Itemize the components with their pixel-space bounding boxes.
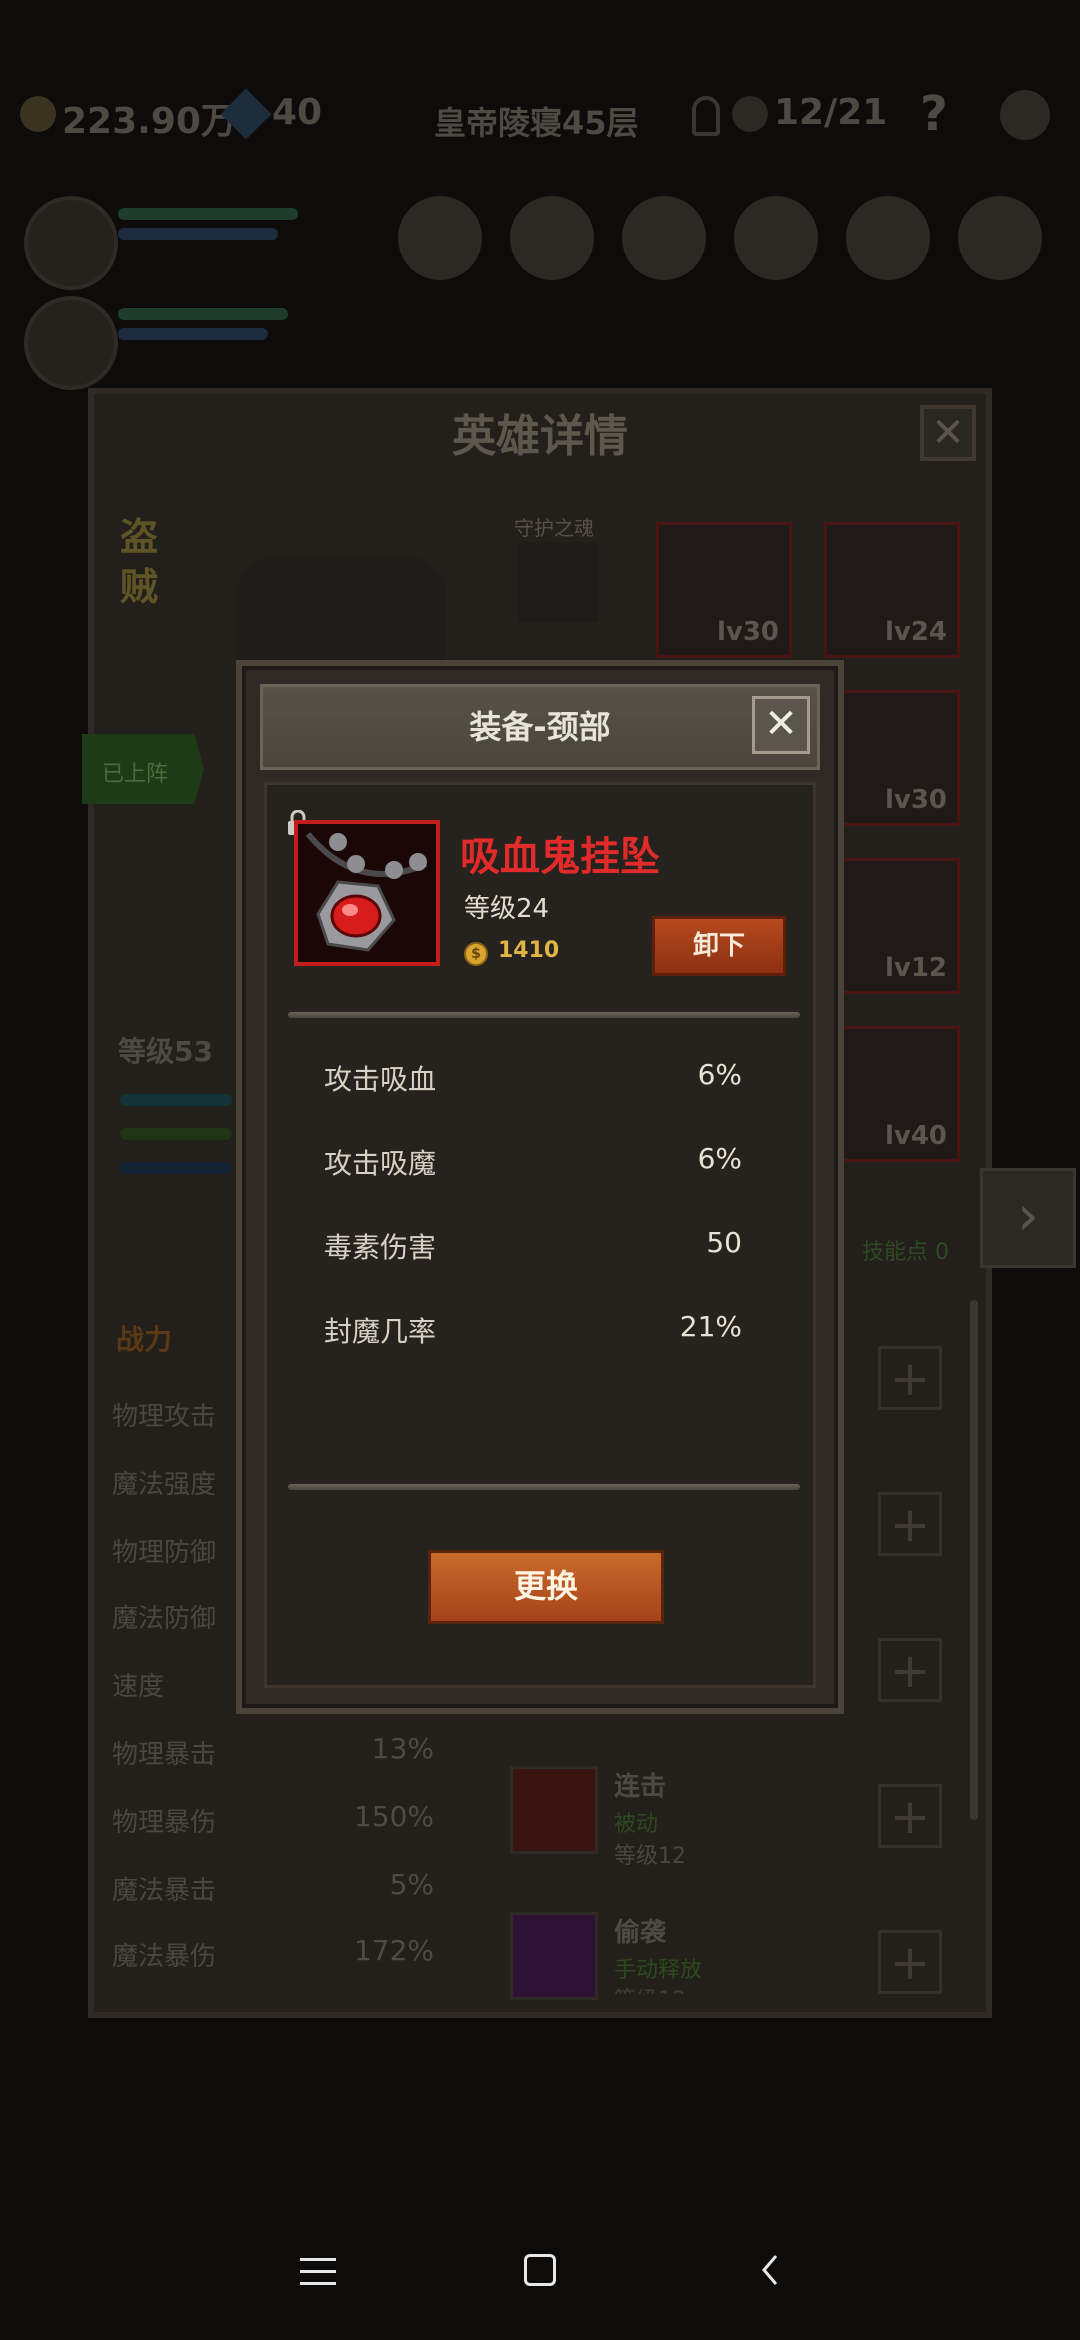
menu-icon[interactable] bbox=[622, 196, 706, 280]
property-value: 50 bbox=[706, 1226, 742, 1259]
gold-amount: 223.90万 bbox=[62, 101, 237, 142]
property-value: 21% bbox=[679, 1310, 742, 1343]
gem-amount: 40 bbox=[272, 92, 323, 133]
settings-icon[interactable] bbox=[1000, 90, 1050, 140]
hero-mana-bar bbox=[118, 328, 268, 340]
guardian-soul-label: 守护之魂 bbox=[514, 516, 594, 540]
stat-value: 172% bbox=[353, 1934, 434, 1967]
property-value: 6% bbox=[697, 1058, 742, 1091]
menu-icon[interactable] bbox=[958, 196, 1042, 280]
close-icon[interactable]: ✕ bbox=[752, 696, 810, 754]
hero-health-bar bbox=[120, 1128, 232, 1140]
stat-name: 速度 bbox=[112, 1672, 165, 1702]
stat-name: 物理暴击 bbox=[112, 1740, 217, 1770]
guardian-soul-icon[interactable] bbox=[518, 542, 598, 622]
property-name: 攻击吸魔 bbox=[324, 1147, 437, 1180]
property-name: 封魔几率 bbox=[324, 1315, 437, 1348]
hero-exp-bar bbox=[120, 1094, 232, 1106]
menu-icon[interactable] bbox=[846, 196, 930, 280]
item-price: 1410 bbox=[498, 938, 560, 963]
skill-type: 手动释放 bbox=[614, 1958, 703, 1983]
back-nav-icon[interactable] bbox=[756, 2252, 784, 2288]
equip-slot[interactable]: lv12 bbox=[824, 858, 960, 994]
combo-skill-icon bbox=[510, 1766, 598, 1854]
hero-health-bar bbox=[118, 208, 298, 220]
party-hero-avatar[interactable] bbox=[24, 196, 118, 290]
skull-icon bbox=[732, 96, 768, 132]
coin-icon: $ bbox=[464, 942, 488, 966]
menu-icon[interactable] bbox=[734, 196, 818, 280]
hero-detail-title: 英雄详情 bbox=[452, 411, 628, 462]
chevron-right-icon[interactable]: › bbox=[980, 1168, 1076, 1268]
equip-slot[interactable]: lv40 bbox=[824, 1026, 960, 1162]
stat-name: 物理防御 bbox=[112, 1538, 217, 1568]
plus-icon[interactable]: + bbox=[878, 1930, 942, 1994]
stats-header: 战力 bbox=[116, 1323, 173, 1356]
unequip-button[interactable]: 卸下 bbox=[652, 916, 786, 976]
plus-icon[interactable]: + bbox=[878, 1492, 942, 1556]
skills-scrollbar[interactable] bbox=[970, 1300, 978, 1820]
stat-name: 物理攻击 bbox=[112, 1402, 217, 1432]
hero-level: 等级53 bbox=[118, 1035, 213, 1068]
hero-portrait bbox=[236, 556, 446, 666]
hero-mana-bar bbox=[118, 228, 278, 240]
property-value: 6% bbox=[697, 1142, 742, 1175]
sneak-attack-skill-icon bbox=[510, 1912, 598, 2000]
plus-icon[interactable]: + bbox=[878, 1638, 942, 1702]
stat-value: 5% bbox=[389, 1868, 434, 1901]
plus-icon[interactable]: + bbox=[878, 1346, 942, 1410]
skill-points: 技能点 0 bbox=[862, 1240, 949, 1265]
stat-name: 魔法暴击 bbox=[112, 1876, 217, 1906]
hero-mana-bar bbox=[120, 1162, 232, 1174]
menu-icon[interactable] bbox=[510, 196, 594, 280]
dungeon-location[interactable]: 皇帝陵寝45层 bbox=[434, 98, 639, 144]
equip-slot-neck[interactable]: lv24 bbox=[824, 522, 960, 658]
deployed-badge-label: 已上阵 bbox=[102, 762, 169, 787]
party-hero-avatar[interactable] bbox=[24, 296, 118, 390]
divider bbox=[288, 1484, 800, 1490]
modal-header: 装备-颈部 bbox=[260, 684, 820, 770]
gold-icon bbox=[20, 96, 56, 132]
hero-class-label: 盗 贼 bbox=[120, 515, 159, 609]
property-name: 攻击吸血 bbox=[324, 1063, 437, 1096]
stat-name: 魔法防御 bbox=[112, 1604, 217, 1634]
hero-detail-close-icon[interactable]: ✕ bbox=[920, 405, 976, 461]
stat-name: 魔法强度 bbox=[112, 1470, 217, 1500]
skill-type: 被动 bbox=[614, 1812, 659, 1837]
home-nav-icon[interactable] bbox=[524, 2254, 556, 2286]
plus-icon[interactable]: + bbox=[878, 1784, 942, 1848]
item-name: 吸血鬼挂坠 bbox=[460, 834, 660, 880]
skill-name: 连击 bbox=[614, 1772, 667, 1802]
skill-name: 偷袭 bbox=[614, 1918, 667, 1948]
floor-progress: 12/21 bbox=[774, 92, 888, 133]
menu-icon[interactable] bbox=[398, 196, 482, 280]
equipment-modal: 装备-颈部 ✕ 吸血鬼挂坠 等级24 $ 1410 卸下 攻击吸血 6% 攻击吸… bbox=[236, 660, 844, 1714]
stat-name: 物理暴伤 bbox=[112, 1808, 217, 1838]
modal-title: 装备-颈部 bbox=[469, 708, 611, 746]
property-name: 毒素伤害 bbox=[324, 1231, 437, 1264]
equip-slot[interactable]: lv30 bbox=[656, 522, 792, 658]
equip-slot[interactable]: lv30 bbox=[824, 690, 960, 826]
vampire-pendant-icon[interactable] bbox=[294, 820, 440, 966]
swap-button[interactable]: 更换 bbox=[428, 1550, 664, 1624]
menu-nav-icon[interactable] bbox=[300, 2256, 336, 2285]
skill-level: 等级12 bbox=[614, 1982, 686, 1994]
key-icon bbox=[692, 96, 720, 136]
item-level: 等级24 bbox=[464, 894, 550, 924]
skill-level: 等级12 bbox=[614, 1844, 686, 1869]
divider bbox=[288, 1012, 800, 1018]
stat-value: 150% bbox=[353, 1800, 434, 1833]
stat-value: 13% bbox=[371, 1732, 434, 1765]
hero-health-bar bbox=[118, 308, 288, 320]
stat-name: 魔法暴伤 bbox=[112, 1942, 217, 1972]
help-icon[interactable]: ? bbox=[920, 86, 948, 142]
